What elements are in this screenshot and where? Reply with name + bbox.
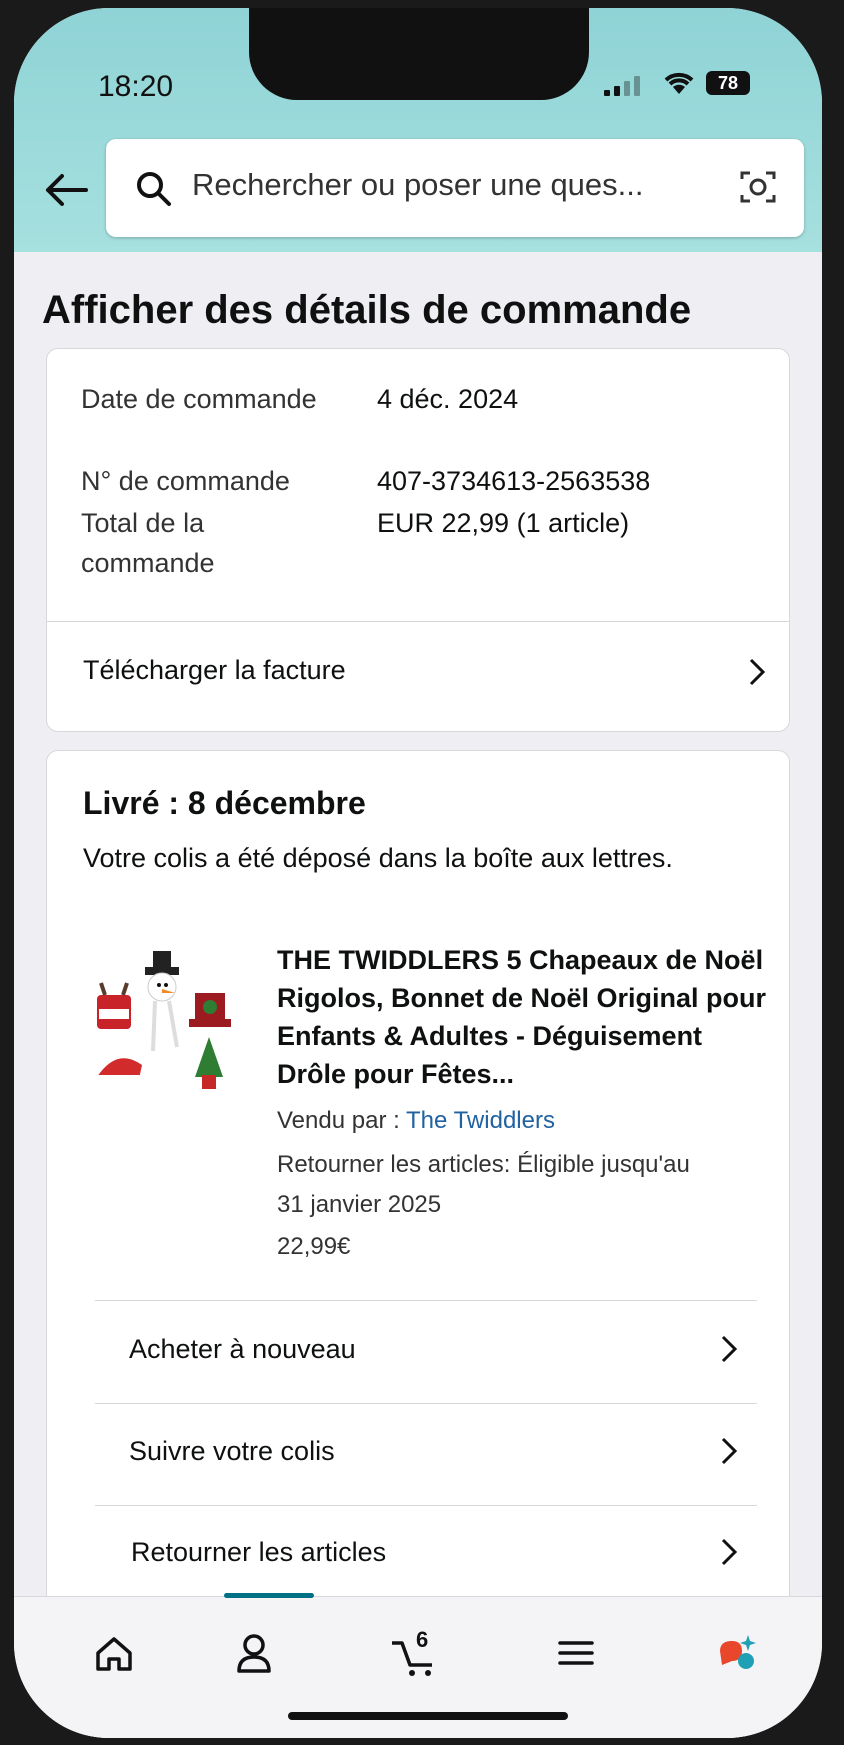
account-tab-icon[interactable] [224, 1623, 284, 1683]
home-indicator [288, 1712, 568, 1720]
divider [95, 1300, 757, 1301]
phone-screen: 18:20 78 Rechercher ou poser une ques...… [14, 8, 822, 1738]
device-notch [249, 8, 589, 100]
chevron-right-icon [747, 657, 767, 687]
product-title[interactable]: THE TWIDDLERS 5 Chapeaux de Noël Rigolos… [277, 941, 767, 1093]
return-deadline: 31 janvier 2025 [277, 1191, 442, 1218]
status-time: 18:20 [98, 70, 174, 103]
chevron-right-icon [719, 1436, 739, 1466]
delivery-card: Livré : 8 décembre Votre colis a été dép… [46, 750, 790, 1738]
order-date-label: Date de commande [81, 384, 317, 414]
track-package-button[interactable]: Suivre votre colis [129, 1436, 335, 1467]
cart-count-badge: 6 [416, 1627, 429, 1652]
battery-icon: 78 [706, 71, 750, 95]
rufus-assistant-icon[interactable] [708, 1623, 768, 1683]
menu-tab-icon[interactable] [546, 1623, 606, 1683]
search-bar[interactable]: Rechercher ou poser une ques... [106, 139, 804, 237]
product-image[interactable] [87, 947, 247, 1097]
order-summary-card: Date de commande 4 déc. 2024 N° de comma… [46, 348, 790, 732]
divider [95, 1403, 757, 1404]
order-date-value: 4 déc. 2024 [377, 384, 519, 414]
search-input[interactable]: Rechercher ou poser une ques... [192, 167, 644, 203]
divider [47, 621, 789, 622]
order-total-label: Total de la commande [81, 508, 215, 578]
wifi-icon [662, 68, 696, 103]
signal-icon [604, 74, 650, 96]
sold-by-label: Vendu par : [277, 1107, 400, 1134]
cart-tab-icon[interactable]: 6 [386, 1623, 446, 1683]
back-arrow-icon[interactable] [42, 170, 96, 220]
sold-by: Vendu par : The Twiddlers [277, 1101, 555, 1141]
active-tab-indicator [224, 1593, 314, 1598]
search-icon [134, 169, 174, 209]
camera-scan-icon[interactable] [738, 167, 778, 207]
chevron-right-icon [719, 1334, 739, 1364]
download-invoice-link[interactable]: Télécharger la facture [83, 655, 346, 686]
order-number-value: 407-3734613-2563538 [377, 466, 651, 496]
return-eligibility: Retourner les articles: Éligible jusqu'a… [277, 1151, 690, 1178]
product-price: 22,99€ [277, 1233, 351, 1260]
order-number-label: N° de commande [81, 466, 290, 496]
divider [95, 1505, 757, 1506]
delivery-message: Votre colis a été déposé dans la boîte a… [83, 843, 673, 873]
seller-link[interactable]: The Twiddlers [406, 1107, 555, 1134]
delivery-status: Livré : 8 décembre [83, 785, 366, 821]
order-total-value: EUR 22,99 (1 article) [377, 508, 630, 538]
buy-again-button[interactable]: Acheter à nouveau [129, 1334, 356, 1365]
page-title: Afficher des détails de commande [42, 288, 692, 332]
return-items-button[interactable]: Retourner les articles [131, 1537, 386, 1568]
chevron-right-icon [719, 1537, 739, 1567]
home-tab-icon[interactable] [84, 1623, 144, 1683]
